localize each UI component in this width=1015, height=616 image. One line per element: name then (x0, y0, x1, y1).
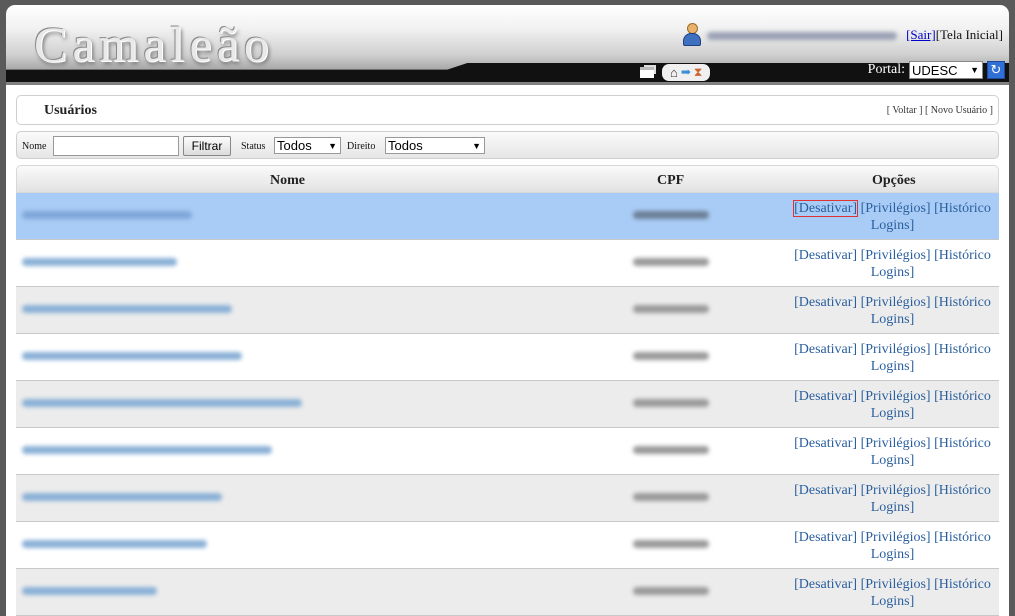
refresh-icon[interactable]: ↻ (987, 61, 1005, 79)
chevron-down-icon: ▼ (472, 140, 481, 151)
deactivate-link[interactable]: [Desativar] (794, 483, 857, 498)
privileges-link[interactable]: [Privilégios] (861, 436, 931, 451)
home-icon[interactable]: ⌂ (670, 65, 678, 80)
nome-input[interactable] (53, 136, 179, 156)
home-screen-link[interactable]: [Tela Inicial] (936, 27, 1003, 42)
table-row[interactable]: [Desativar] [Privilégios] [Histórico Log… (16, 569, 999, 616)
column-header-cpf: CPF (657, 173, 685, 188)
row-options: [Desativar] [Privilégios] [Histórico Log… (786, 388, 999, 422)
portal-label: Portal: (867, 62, 905, 77)
status-select[interactable]: Todos ▼ (274, 137, 341, 154)
privileges-link[interactable]: [Privilégios] (861, 201, 931, 216)
row-options: [Desativar] [Privilégios] [Histórico Log… (786, 341, 999, 375)
app-logo: Camaleão (34, 16, 274, 72)
deactivate-link[interactable]: [Desativar] (794, 342, 857, 357)
user-cpf-redacted (633, 446, 709, 454)
deactivate-link[interactable]: [Desativar] (794, 248, 857, 263)
portal-selector: Portal: UDESC ▼ ↻ (868, 61, 1005, 79)
row-options: [Desativar] [Privilégios] [Histórico Log… (786, 435, 999, 469)
chevron-down-icon: ▼ (328, 140, 337, 151)
direito-select[interactable]: Todos ▼ (385, 137, 485, 154)
filter-bar: Nome Filtrar Status Todos ▼ Direito Todo… (16, 131, 999, 159)
main-content: Usuários [ Voltar ] [ Novo Usuário ] Nom… (6, 85, 1009, 616)
user-name-redacted[interactable] (22, 540, 207, 548)
back-link[interactable]: [ Voltar ] (887, 105, 923, 116)
deactivate-link[interactable]: [Desativar] (794, 295, 857, 310)
logout-link[interactable]: [Sair] (906, 27, 936, 42)
windows-icon[interactable] (640, 66, 654, 78)
page-title-panel: Usuários [ Voltar ] [ Novo Usuário ] (16, 95, 999, 125)
users-table: Nome CPF Opções [Desativar] [Privilégios… (16, 165, 999, 616)
portal-select-value: UDESC (912, 62, 958, 78)
table-row[interactable]: [Desativar] [Privilégios] [Histórico Log… (16, 522, 999, 569)
row-options: [Desativar] [Privilégios] [Histórico Log… (786, 482, 999, 516)
page-actions: [ Voltar ] [ Novo Usuário ] (887, 105, 993, 116)
chevron-down-icon: ▼ (970, 65, 979, 75)
user-cpf-redacted (633, 211, 709, 219)
user-icon (682, 23, 701, 46)
hourglass-icon[interactable]: ⧗ (694, 65, 702, 80)
user-name-redacted[interactable] (22, 587, 157, 595)
user-name-redacted[interactable] (22, 305, 232, 313)
user-cpf-redacted (633, 258, 709, 266)
column-header-nome: Nome (270, 173, 305, 188)
portal-select[interactable]: UDESC ▼ (909, 61, 983, 79)
privileges-link[interactable]: [Privilégios] (861, 389, 931, 404)
navigation-pill: ⌂ ➡ ⧗ (662, 63, 711, 81)
row-options: [Desativar] [Privilégios] [Histórico Log… (786, 576, 999, 610)
direito-label: Direito (347, 141, 376, 152)
status-label: Status (241, 141, 266, 152)
privileges-link[interactable]: [Privilégios] (861, 342, 931, 357)
deactivate-link[interactable]: [Desativar] (793, 200, 859, 217)
table-row[interactable]: [Desativar] [Privilégios] [Histórico Log… (16, 428, 999, 475)
user-name-redacted[interactable] (22, 258, 177, 266)
direito-select-value: Todos (388, 138, 423, 153)
arrow-right-icon[interactable]: ➡ (681, 65, 691, 80)
column-header-opcoes: Opções (872, 173, 916, 188)
user-name-redacted (706, 32, 897, 41)
row-options: [Desativar] [Privilégios] [Histórico Log… (786, 529, 999, 563)
table-row[interactable]: [Desativar] [Privilégios] [Histórico Log… (16, 193, 999, 240)
table-header: Nome CPF Opções (16, 165, 999, 193)
user-name-redacted[interactable] (22, 446, 272, 454)
nome-label: Nome (22, 141, 47, 152)
user-cpf-redacted (633, 493, 709, 501)
table-row[interactable]: [Desativar] [Privilégios] [Histórico Log… (16, 475, 999, 522)
row-options: [Desativar] [Privilégios] [Histórico Log… (786, 200, 999, 234)
row-options: [Desativar] [Privilégios] [Histórico Log… (786, 247, 999, 281)
deactivate-link[interactable]: [Desativar] (794, 389, 857, 404)
deactivate-link[interactable]: [Desativar] (794, 436, 857, 451)
user-cpf-redacted (633, 305, 709, 313)
table-row[interactable]: [Desativar] [Privilégios] [Histórico Log… (16, 287, 999, 334)
deactivate-link[interactable]: [Desativar] (794, 577, 857, 592)
user-bar: [Sair][Tela Inicial] (682, 23, 1003, 46)
privileges-link[interactable]: [Privilégios] (861, 248, 931, 263)
status-select-value: Todos (277, 138, 312, 153)
privileges-link[interactable]: [Privilégios] (861, 295, 931, 310)
table-row[interactable]: [Desativar] [Privilégios] [Histórico Log… (16, 240, 999, 287)
user-name-redacted[interactable] (22, 352, 242, 360)
user-cpf-redacted (633, 587, 709, 595)
page-title: Usuários (44, 103, 97, 118)
new-user-link[interactable]: [ Novo Usuário ] (925, 105, 993, 116)
row-options: [Desativar] [Privilégios] [Histórico Log… (786, 294, 999, 328)
user-name-redacted[interactable] (22, 211, 192, 219)
user-name-redacted[interactable] (22, 493, 222, 501)
user-cpf-redacted (633, 399, 709, 407)
user-cpf-redacted (633, 540, 709, 548)
filter-button[interactable]: Filtrar (183, 136, 231, 156)
header-tools: ⌂ ➡ ⧗ (640, 62, 711, 82)
table-row[interactable]: [Desativar] [Privilégios] [Histórico Log… (16, 381, 999, 428)
user-cpf-redacted (633, 352, 709, 360)
user-name-redacted[interactable] (22, 399, 302, 407)
privileges-link[interactable]: [Privilégios] (861, 530, 931, 545)
deactivate-link[interactable]: [Desativar] (794, 530, 857, 545)
privileges-link[interactable]: [Privilégios] (861, 577, 931, 592)
privileges-link[interactable]: [Privilégios] (861, 483, 931, 498)
table-row[interactable]: [Desativar] [Privilégios] [Histórico Log… (16, 334, 999, 381)
